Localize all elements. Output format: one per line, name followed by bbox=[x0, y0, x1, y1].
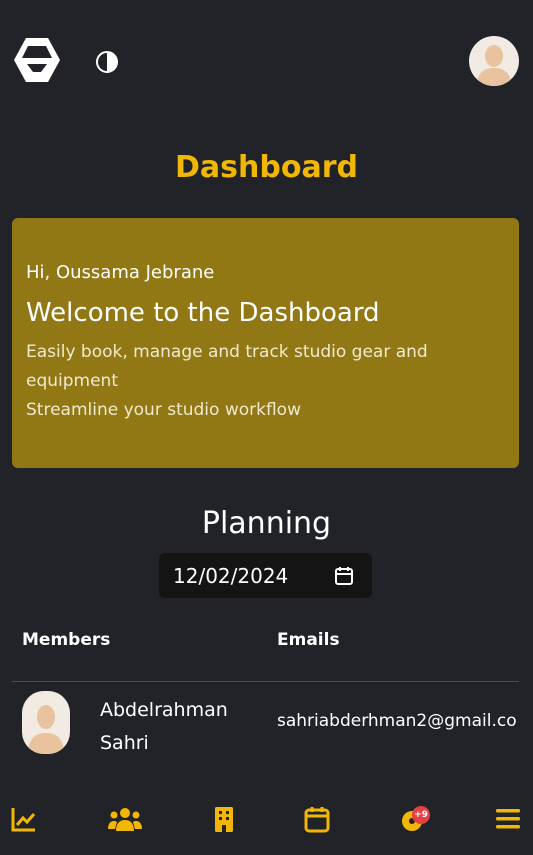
notification-badge: +9 bbox=[412, 806, 430, 824]
menu-icon[interactable] bbox=[494, 805, 522, 833]
table-divider bbox=[12, 681, 519, 682]
shield-logo-icon[interactable] bbox=[12, 36, 62, 86]
date-value: 12/02/2024 bbox=[173, 564, 289, 588]
welcome-description: Easily book, manage and track studio gea… bbox=[26, 338, 505, 425]
chart-line-icon[interactable] bbox=[10, 805, 38, 833]
member-avatar bbox=[22, 691, 70, 754]
theme-toggle-button[interactable] bbox=[96, 51, 118, 73]
welcome-line-2: Streamline your studio workflow bbox=[26, 400, 301, 420]
column-header-emails: Emails bbox=[277, 630, 340, 650]
header bbox=[0, 0, 533, 120]
bottom-nav bbox=[0, 795, 533, 845]
calendar-picker-icon[interactable] bbox=[334, 566, 354, 586]
page-title: Dashboard bbox=[175, 150, 358, 185]
planning-title: Planning bbox=[201, 506, 332, 541]
welcome-title: Welcome to the Dashboard bbox=[26, 298, 380, 328]
member-name: Abdelrahman Sahri bbox=[100, 699, 228, 754]
avatar[interactable] bbox=[469, 36, 519, 86]
welcome-line-1: Easily book, manage and track studio gea… bbox=[26, 342, 428, 391]
greeting-text: Hi, Oussama Jebrane bbox=[26, 262, 215, 283]
users-icon[interactable] bbox=[108, 805, 142, 833]
member-email: sahriabderhman2@gmail.co bbox=[277, 711, 517, 731]
date-picker-input[interactable]: 12/02/2024 bbox=[159, 553, 372, 598]
user-avatar-icon bbox=[477, 45, 511, 86]
building-icon[interactable] bbox=[210, 805, 238, 833]
column-header-members: Members bbox=[22, 630, 111, 650]
calendar-icon[interactable] bbox=[303, 805, 331, 833]
user-avatar-icon bbox=[28, 705, 64, 754]
welcome-card: Hi, Oussama Jebrane Welcome to the Dashb… bbox=[12, 218, 519, 468]
